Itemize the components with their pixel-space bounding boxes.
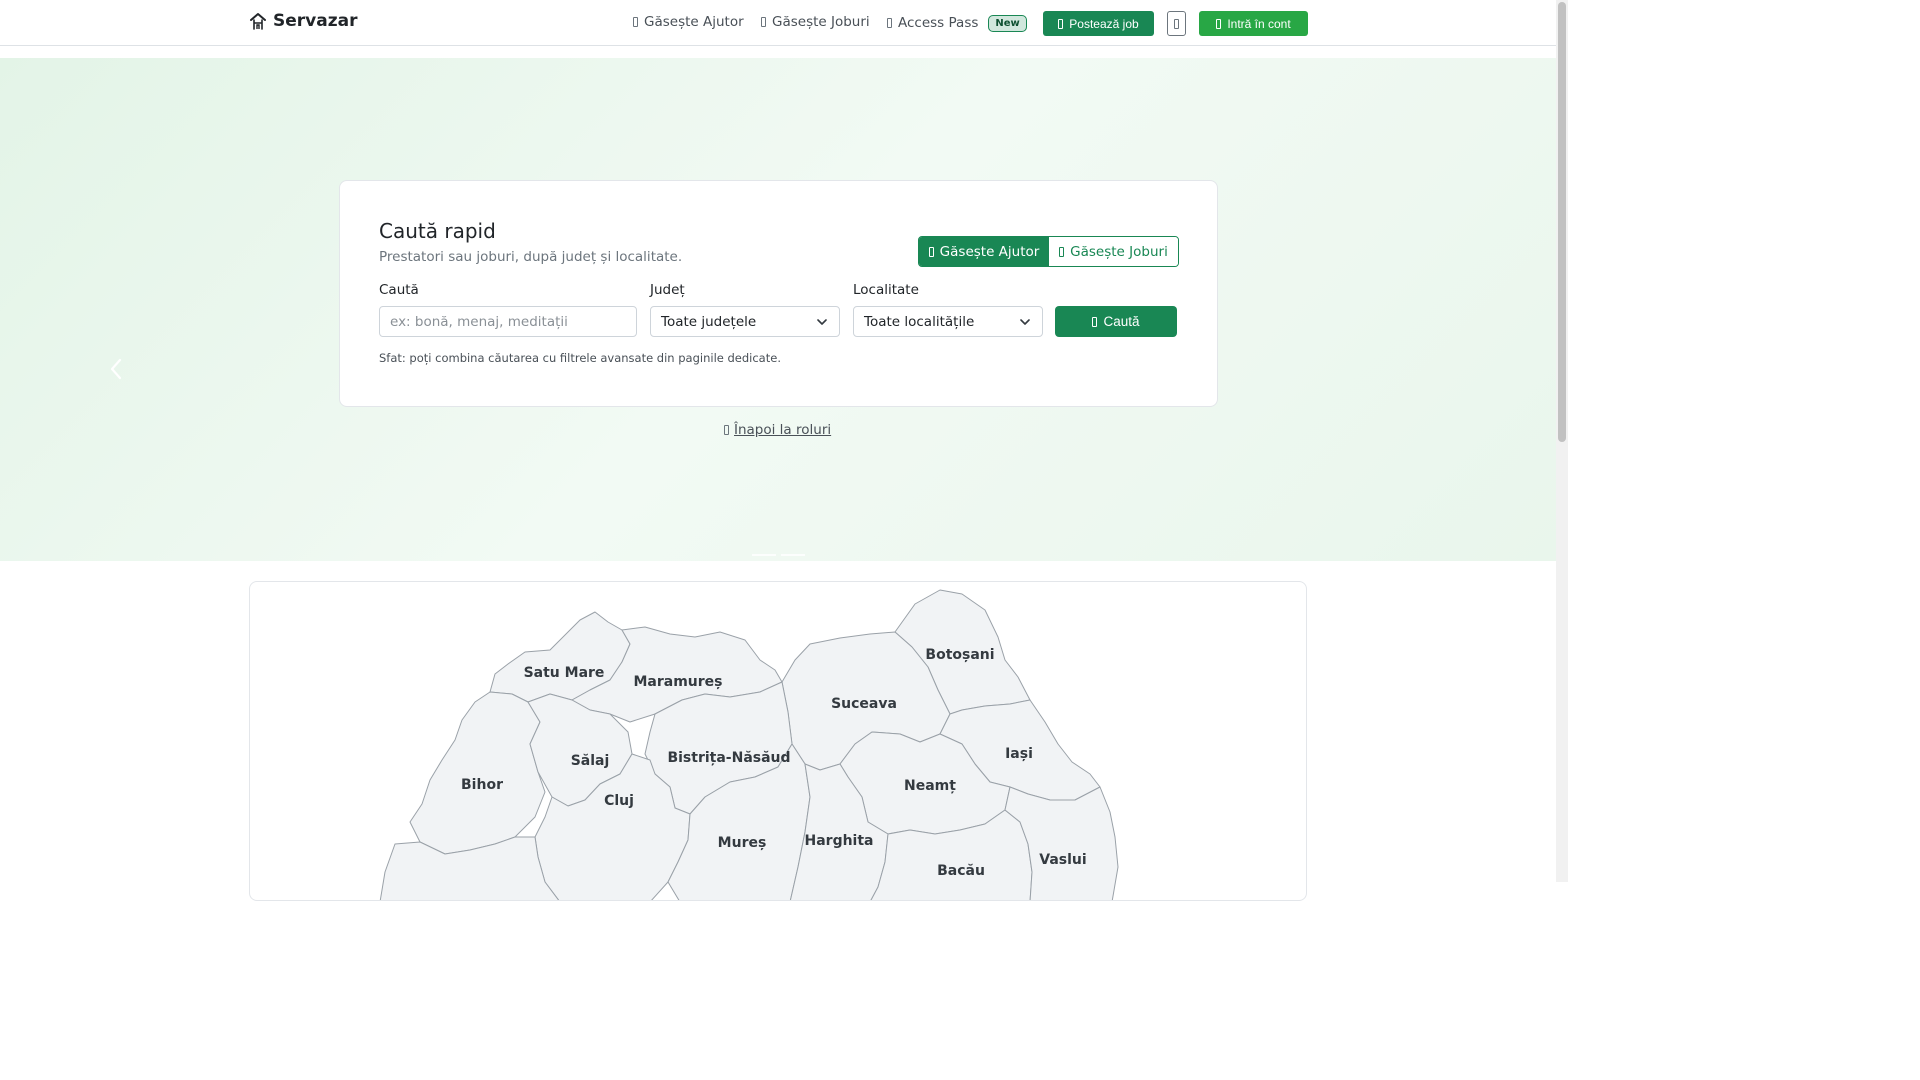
toggle-find-jobs[interactable]: Găsește Joburi xyxy=(1049,237,1178,266)
post-job-button[interactable]: Postează job xyxy=(1043,11,1154,36)
romania-map-card: Satu Mare Maramureș Botoșani Suceava Bih… xyxy=(249,581,1307,901)
brand-logo[interactable]: Servazar xyxy=(249,11,357,31)
search-title: Caută rapid xyxy=(379,219,496,243)
locality-select-value: Toate localitățile xyxy=(864,313,975,330)
county-label-botosani[interactable]: Botoșani xyxy=(925,647,994,663)
county-label-iasi[interactable]: Iași xyxy=(1005,746,1033,762)
nav-find-jobs-label: Găsește Joburi xyxy=(772,14,870,30)
nav-find-jobs[interactable]: Găsește Joburi xyxy=(761,14,870,30)
carousel-indicator-2[interactable] xyxy=(781,554,805,556)
login-button[interactable]: Intră în cont xyxy=(1199,11,1308,36)
mode-toggle: Găsește Ajutor Găsește Joburi xyxy=(918,236,1179,267)
search-submit-button[interactable]: Caută xyxy=(1055,306,1177,337)
arrow-left-icon xyxy=(724,425,729,435)
county-label-vaslui[interactable]: Vaslui xyxy=(1039,852,1086,868)
handshake-icon xyxy=(633,17,638,27)
toggle-find-help-label: Găsește Ajutor xyxy=(939,243,1040,260)
locality-label: Localitate xyxy=(853,282,919,298)
county-label-neamt[interactable]: Neamț xyxy=(904,778,956,794)
chevron-down-icon xyxy=(1020,319,1030,325)
nav-access-pass-label: Access Pass xyxy=(898,15,979,31)
scrollbar-thumb[interactable] xyxy=(1558,2,1566,442)
toggle-find-help[interactable]: Găsește Ajutor xyxy=(919,237,1049,266)
query-field xyxy=(379,306,637,337)
briefcase-icon xyxy=(1059,246,1065,257)
chevron-down-icon xyxy=(817,319,827,325)
search-subtitle: Prestatori sau joburi, după județ și loc… xyxy=(379,249,683,265)
nav-access-pass[interactable]: Access Pass New xyxy=(887,11,1027,35)
county-label-mures[interactable]: Mureș xyxy=(718,835,767,851)
county-label-suceava[interactable]: Suceava xyxy=(831,696,897,712)
county-label-cluj[interactable]: Cluj xyxy=(604,793,634,809)
back-to-roles-link[interactable]: Înapoi la roluri xyxy=(724,422,831,438)
nav-find-help-label: Găsește Ajutor xyxy=(644,14,744,30)
locality-select[interactable]: Toate localitățile xyxy=(853,306,1043,337)
county-label-bihor[interactable]: Bihor xyxy=(461,777,503,793)
carousel-indicator-1[interactable] xyxy=(752,554,776,556)
county-label-satu-mare[interactable]: Satu Mare xyxy=(524,665,605,681)
post-job-label: Postează job xyxy=(1069,16,1139,31)
briefcase-icon xyxy=(761,17,766,27)
county-label-salaj[interactable]: Sălaj xyxy=(571,753,610,769)
plus-icon xyxy=(1058,18,1064,29)
brand-name: Servazar xyxy=(273,11,358,31)
search-tip: Sfat: poți combina căutarea cu filtrele … xyxy=(379,351,781,365)
query-label: Caută xyxy=(379,282,419,298)
handshake-icon xyxy=(928,246,934,257)
toggle-find-jobs-label: Găsește Joburi xyxy=(1070,243,1168,260)
login-icon xyxy=(1216,18,1222,29)
county-select-value: Toate județele xyxy=(661,313,757,330)
county-label-harghita[interactable]: Harghita xyxy=(805,833,874,849)
county-select[interactable]: Toate județele xyxy=(650,306,840,337)
top-navbar: Servazar Găsește Ajutor Găsește Joburi A… xyxy=(0,0,1556,46)
county-label-maramures[interactable]: Maramureș xyxy=(633,674,722,690)
moon-icon xyxy=(1174,18,1179,29)
county-bihor[interactable] xyxy=(409,691,546,855)
page-scrollbar[interactable] xyxy=(1556,0,1568,882)
theme-toggle-button[interactable] xyxy=(1167,11,1186,36)
county-label-bacau[interactable]: Bacău xyxy=(937,863,985,879)
romania-map: Satu Mare Maramureș Botoșani Suceava Bih… xyxy=(379,589,1119,900)
county-label: Județ xyxy=(650,282,685,298)
search-icon xyxy=(1092,316,1098,327)
ticket-icon xyxy=(887,18,892,28)
search-input[interactable] xyxy=(390,313,636,330)
quick-search-card: Caută rapid Prestatori sau joburi, după … xyxy=(339,180,1218,407)
new-badge: New xyxy=(988,14,1027,32)
search-submit-label: Caută xyxy=(1103,314,1140,329)
home-icon xyxy=(250,13,266,30)
chevron-left-icon[interactable] xyxy=(109,358,123,380)
back-to-roles-label: Înapoi la roluri xyxy=(734,422,832,438)
login-label: Intră în cont xyxy=(1227,16,1291,31)
county-label-bistrita-nasaud[interactable]: Bistrița-Năsăud xyxy=(667,750,790,766)
nav-find-help[interactable]: Găsește Ajutor xyxy=(633,14,744,30)
